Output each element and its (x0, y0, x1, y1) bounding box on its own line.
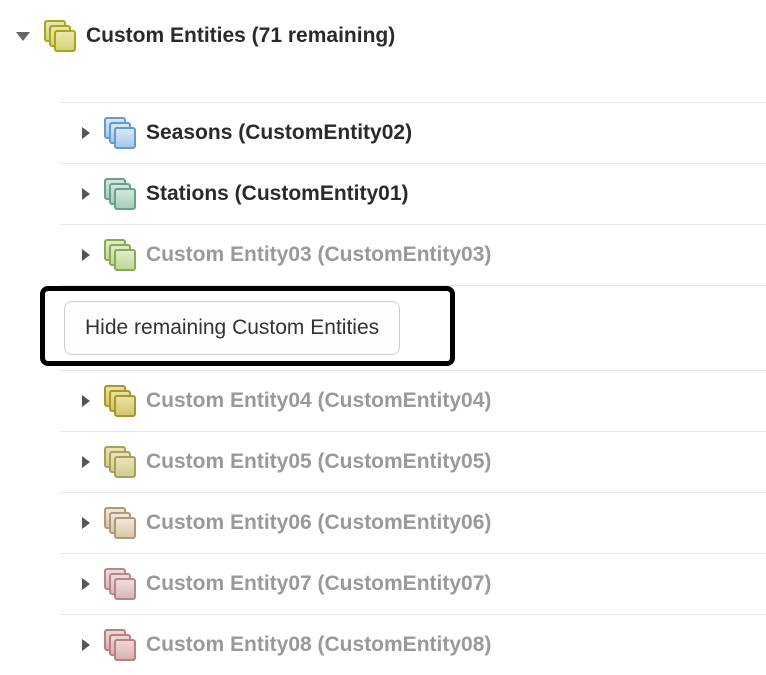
tree-item-label[interactable]: Custom Entity08 (CustomEntity08) (146, 633, 491, 657)
caret-right-icon[interactable] (82, 456, 90, 468)
caret-right-icon[interactable] (82, 639, 90, 651)
tree-item[interactable]: Custom Entity07 (CustomEntity07) (60, 553, 766, 614)
tree-row[interactable]: Custom Entity04 (CustomEntity04) (60, 371, 766, 431)
tree-item[interactable]: Stations (CustomEntity01) (60, 163, 766, 224)
entity-stack-icon (104, 568, 136, 600)
tree-row[interactable]: Seasons (CustomEntity02) (60, 103, 766, 163)
entity-stack-icon (104, 446, 136, 478)
tree-item[interactable]: Custom Entity03 (CustomEntity03) (60, 224, 766, 285)
tree-item[interactable]: Custom Entity04 (CustomEntity04) (60, 370, 766, 431)
tree-row[interactable]: Custom Entity08 (CustomEntity08) (60, 615, 766, 675)
tree-item-label[interactable]: Custom Entity04 (CustomEntity04) (146, 389, 491, 413)
hide-button-wrap: Hide remaining Custom Entities (60, 285, 766, 370)
tree-children: Seasons (CustomEntity02) Stations (Custom… (60, 102, 766, 675)
tree-row[interactable]: Custom Entity07 (CustomEntity07) (60, 554, 766, 614)
caret-right-icon[interactable] (82, 188, 90, 200)
entity-stack-icon (104, 385, 136, 417)
entity-stack-icon (104, 507, 136, 539)
caret-right-icon[interactable] (82, 249, 90, 261)
tree-item-label[interactable]: Custom Entity07 (CustomEntity07) (146, 572, 491, 596)
entity-stack-icon (104, 239, 136, 271)
caret-right-icon[interactable] (82, 395, 90, 407)
caret-right-icon[interactable] (82, 127, 90, 139)
tree-item-label[interactable]: Custom Entity05 (CustomEntity05) (146, 450, 491, 474)
tree-item[interactable]: Custom Entity06 (CustomEntity06) (60, 492, 766, 553)
tree-item-label[interactable]: Custom Entity03 (CustomEntity03) (146, 243, 491, 267)
entity-stack-icon (44, 20, 76, 52)
root-label[interactable]: Custom Entities (71 remaining) (86, 24, 395, 48)
tree-row[interactable]: Custom Entity05 (CustomEntity05) (60, 432, 766, 492)
tree-row[interactable]: Custom Entity03 (CustomEntity03) (60, 225, 766, 285)
tree-row[interactable]: Stations (CustomEntity01) (60, 164, 766, 224)
tree-item[interactable]: Custom Entity05 (CustomEntity05) (60, 431, 766, 492)
caret-down-icon[interactable] (16, 32, 30, 41)
root-tree-item[interactable]: Custom Entities (71 remaining) (0, 10, 766, 62)
tree-item-label[interactable]: Custom Entity06 (CustomEntity06) (146, 511, 491, 535)
tree-item[interactable]: Seasons (CustomEntity02) (60, 102, 766, 163)
entity-stack-icon (104, 117, 136, 149)
caret-right-icon[interactable] (82, 578, 90, 590)
entity-stack-icon (104, 178, 136, 210)
caret-right-icon[interactable] (82, 517, 90, 529)
entity-stack-icon (104, 629, 136, 661)
tree-item-label[interactable]: Stations (CustomEntity01) (146, 182, 409, 206)
tree-row[interactable]: Custom Entity06 (CustomEntity06) (60, 493, 766, 553)
tree-item-label[interactable]: Seasons (CustomEntity02) (146, 121, 412, 145)
hide-remaining-button[interactable]: Hide remaining Custom Entities (64, 301, 400, 355)
tree-item[interactable]: Custom Entity08 (CustomEntity08) (60, 614, 766, 675)
